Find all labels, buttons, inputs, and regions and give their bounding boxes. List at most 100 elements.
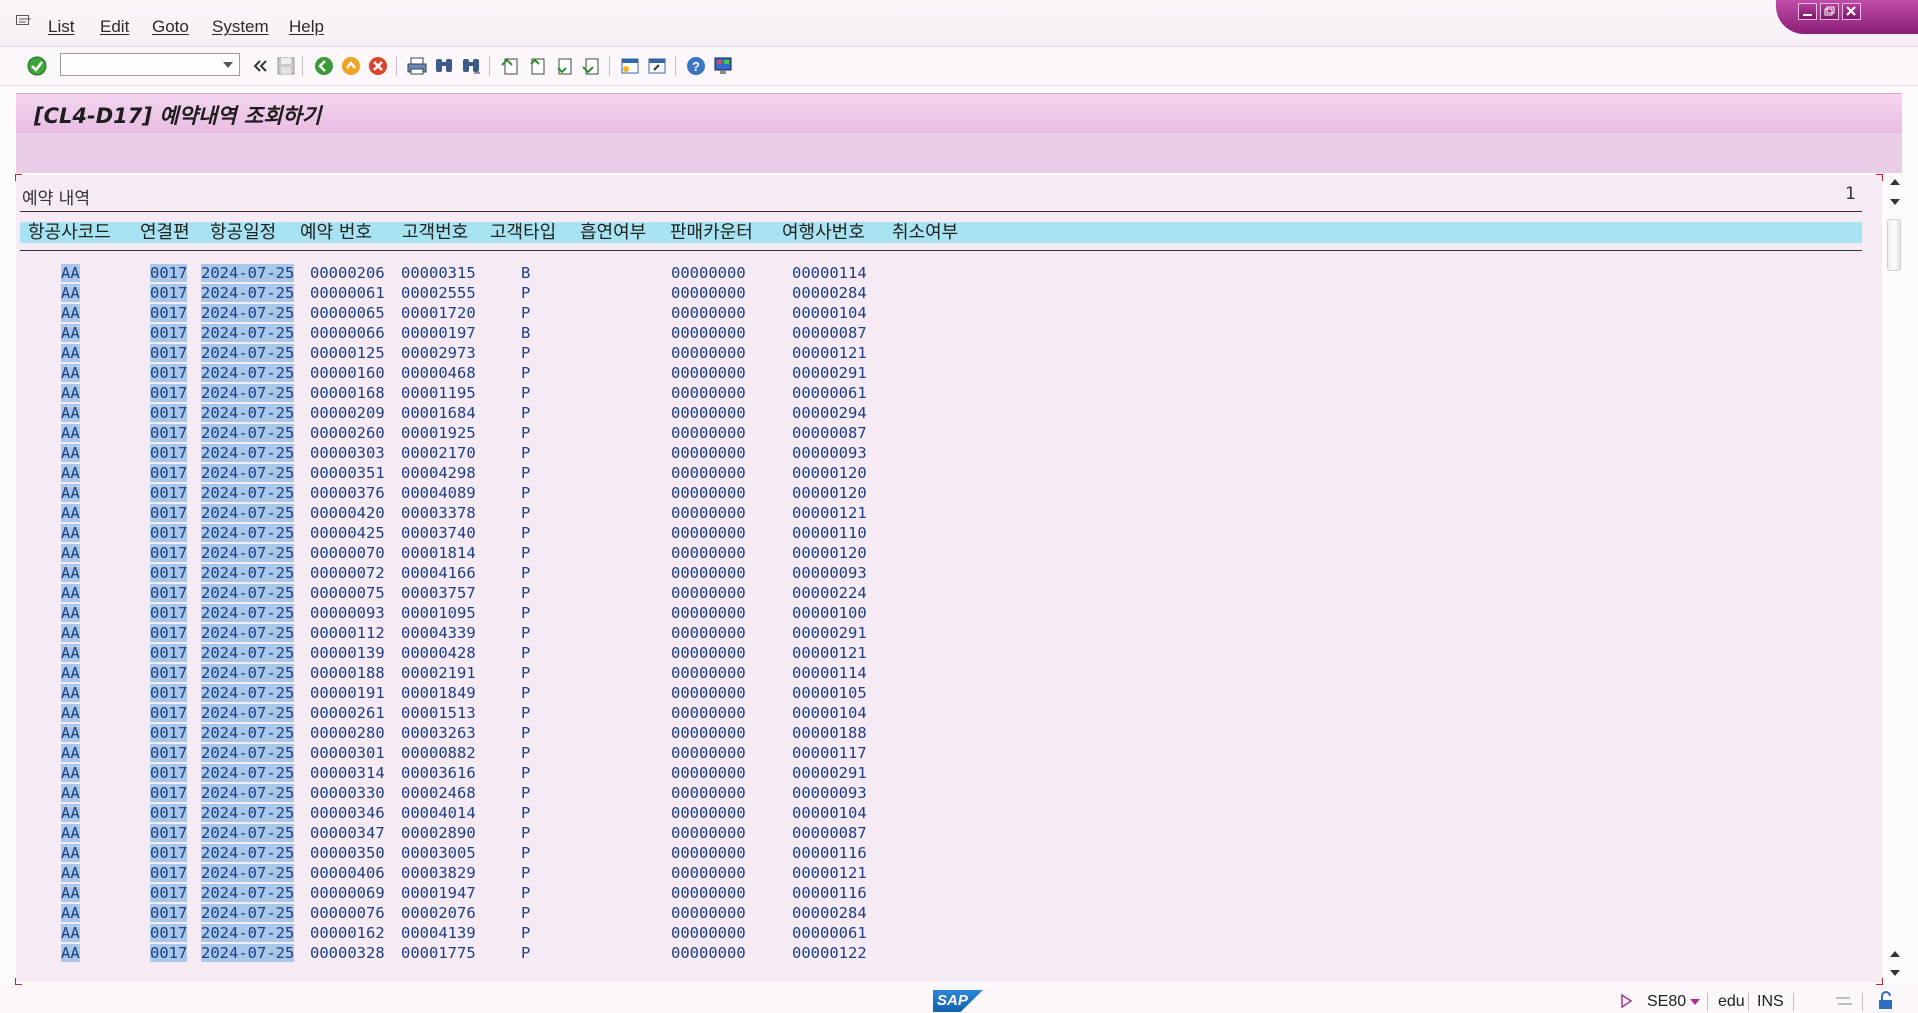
scroll-page-up-icon[interactable]	[1890, 179, 1900, 185]
help-icon[interactable]: ?	[685, 55, 707, 77]
menu-help[interactable]: Help	[289, 17, 324, 37]
restore-icon[interactable]	[1820, 3, 1839, 20]
close-icon[interactable]	[1842, 3, 1861, 20]
list-cell: 2024-07-25	[201, 424, 295, 442]
column-header[interactable]: 예약 번호	[300, 222, 372, 243]
cancel-icon[interactable]	[367, 55, 389, 77]
list-cell: 2024-07-25	[201, 684, 295, 702]
play-icon[interactable]	[1620, 994, 1632, 1008]
find-icon[interactable]	[433, 55, 455, 77]
list-row[interactable]: AA 0017 2024-07-25 00000260 00001925 P 0000000…	[16, 423, 1876, 443]
scroll-page-down-icon[interactable]	[1890, 970, 1900, 976]
list-cell: P	[521, 284, 531, 302]
list-row[interactable]: AA 0017 2024-07-25 00000191 00001849 P 0000000…	[16, 683, 1876, 703]
toolbar-separator	[675, 56, 676, 76]
list-row[interactable]: AA 0017 2024-07-25 00000168 00001195 P 0000000…	[16, 383, 1876, 403]
menu-goto[interactable]: Goto	[152, 17, 189, 37]
list-row[interactable]: AA 0017 2024-07-25 00000061 00002555 P 0000000…	[16, 283, 1876, 303]
menu-system[interactable]: System	[212, 17, 269, 37]
list-cell: 00000000	[671, 504, 746, 522]
list-row[interactable]: AA 0017 2024-07-25 00000076 00002076 P 0000000…	[16, 903, 1876, 923]
list-row[interactable]: AA 0017 2024-07-25 00000188 00002191 P 0000000…	[16, 663, 1876, 683]
list-row[interactable]: AA 0017 2024-07-25 00000420 00003378 P 0000000…	[16, 503, 1876, 523]
list-row[interactable]: AA 0017 2024-07-25 00000350 00003005 P 0000000…	[16, 843, 1876, 863]
list-row[interactable]: AA 0017 2024-07-25 00000075 00003757 P 0000000…	[16, 583, 1876, 603]
list-row[interactable]: AA 0017 2024-07-25 00000160 00000468 P 0000000…	[16, 363, 1876, 383]
list-row[interactable]: AA 0017 2024-07-25 00000162 00004139 P 0000000…	[16, 923, 1876, 943]
lock-icon[interactable]	[1876, 991, 1896, 1011]
list-row[interactable]: AA 0017 2024-07-25 00000125 00002973 P 0000000…	[16, 343, 1876, 363]
column-header[interactable]: 고객타입	[490, 222, 556, 243]
list-row[interactable]: AA 0017 2024-07-25 00000303 00002170 P 0000000…	[16, 443, 1876, 463]
column-header[interactable]: 여행사번호	[782, 222, 865, 243]
list-cell: AA	[61, 404, 80, 422]
scroll-line-down-icon[interactable]	[1890, 199, 1900, 205]
list-row[interactable]: AA 0017 2024-07-25 00000066 00000197 B 0000000…	[16, 323, 1876, 343]
find-next-icon[interactable]	[460, 55, 482, 77]
last-page-icon[interactable]	[580, 55, 602, 77]
list-cell: 00000328	[310, 944, 385, 962]
column-header[interactable]: 판매카운터	[670, 222, 753, 243]
back-icon[interactable]	[313, 55, 335, 77]
list-cell: AA	[61, 544, 80, 562]
list-row[interactable]: AA 0017 2024-07-25 00000301 00000882 P 0000000…	[16, 743, 1876, 763]
list-row[interactable]: AA 0017 2024-07-25 00000328 00001775 P 0000000…	[16, 943, 1876, 963]
next-page-icon[interactable]	[553, 55, 575, 77]
list-cell: 00000347	[310, 824, 385, 842]
list-row[interactable]: AA 0017 2024-07-25 00000346 00004014 P 0000000…	[16, 803, 1876, 823]
list-cell: AA	[61, 644, 80, 662]
scroll-line-up-icon[interactable]	[1890, 951, 1900, 957]
save-icon[interactable]	[275, 55, 297, 77]
exit-icon[interactable]	[340, 55, 362, 77]
list-row[interactable]: AA 0017 2024-07-25 00000139 00000428 P 0000000…	[16, 643, 1876, 663]
list-row[interactable]: AA 0017 2024-07-25 00000206 00000315 B 0000000…	[16, 263, 1876, 283]
print-icon[interactable]	[406, 55, 428, 77]
create-session-icon[interactable]	[619, 55, 641, 77]
column-header[interactable]: 항공일정	[210, 222, 276, 243]
list-row[interactable]: AA 0017 2024-07-25 00000072 00004166 P 0000000…	[16, 563, 1876, 583]
list-row[interactable]: AA 0017 2024-07-25 00000280 00003263 P 0000000…	[16, 723, 1876, 743]
previous-page-icon[interactable]	[526, 55, 548, 77]
list-row[interactable]: AA 0017 2024-07-25 00000112 00004339 P 0000000…	[16, 623, 1876, 643]
vertical-scrollbar[interactable]	[1886, 175, 1902, 982]
list-row[interactable]: AA 0017 2024-07-25 00000209 00001684 P 0000000…	[16, 403, 1876, 423]
list-row[interactable]: AA 0017 2024-07-25 00000069 00001947 P 0000000…	[16, 883, 1876, 903]
command-field[interactable]	[60, 53, 240, 76]
list-cell: 2024-07-25	[201, 904, 295, 922]
list-row[interactable]: AA 0017 2024-07-25 00000376 00004089 P 0000000…	[16, 483, 1876, 503]
column-header[interactable]: 흡연여부	[580, 222, 646, 243]
list-row[interactable]: AA 0017 2024-07-25 00000406 00003829 P 0000000…	[16, 863, 1876, 883]
shortcut-icon[interactable]	[646, 55, 668, 77]
list-cell: 00000330	[310, 784, 385, 802]
status-dropdown-icon[interactable]	[1690, 999, 1700, 1005]
list-row[interactable]: AA 0017 2024-07-25 00000330 00002468 P 0000000…	[16, 783, 1876, 803]
column-header[interactable]: 항공사코드	[28, 222, 111, 243]
list-row[interactable]: AA 0017 2024-07-25 00000351 00004298 P 0000000…	[16, 463, 1876, 483]
first-page-icon[interactable]	[499, 55, 521, 77]
list-row[interactable]: AA 0017 2024-07-25 00000093 00001095 P 0000000…	[16, 603, 1876, 623]
menu-list[interactable]: List	[48, 17, 74, 37]
scroll-thumb[interactable]	[1887, 219, 1901, 271]
list-row[interactable]: AA 0017 2024-07-25 00000314 00003616 P 0000000…	[16, 763, 1876, 783]
list-cell: AA	[61, 724, 80, 742]
list-cell: 00000280	[310, 724, 385, 742]
list-row[interactable]: AA 0017 2024-07-25 00000261 00001513 P 0000000…	[16, 703, 1876, 723]
menu-list-icon[interactable]	[16, 15, 32, 29]
menu-edit[interactable]: Edit	[100, 17, 129, 37]
minimize-icon[interactable]	[1798, 3, 1817, 20]
enter-check-icon[interactable]	[26, 55, 48, 77]
list-cell: 00001684	[401, 404, 476, 422]
list-row[interactable]: AA 0017 2024-07-25 00000070 00001814 P 0000000…	[16, 543, 1876, 563]
column-header[interactable]: 취소여부	[892, 222, 958, 243]
list-row[interactable]: AA 0017 2024-07-25 00000425 00003740 P 0000000…	[16, 523, 1876, 543]
column-header[interactable]: 연결편	[140, 222, 190, 243]
chevron-down-icon[interactable]	[223, 62, 233, 68]
column-header[interactable]: 고객번호	[402, 222, 468, 243]
list-cell: 00000000	[671, 364, 746, 382]
list-row[interactable]: AA 0017 2024-07-25 00000065 00001720 P 0000000…	[16, 303, 1876, 323]
list-row[interactable]: AA 0017 2024-07-25 00000347 00002890 P 0000000…	[16, 823, 1876, 843]
list-cell: P	[521, 484, 531, 502]
list-cell: 00000104	[792, 304, 867, 322]
customize-layout-icon[interactable]	[712, 55, 734, 77]
double-chevron-left-icon[interactable]	[250, 55, 272, 77]
